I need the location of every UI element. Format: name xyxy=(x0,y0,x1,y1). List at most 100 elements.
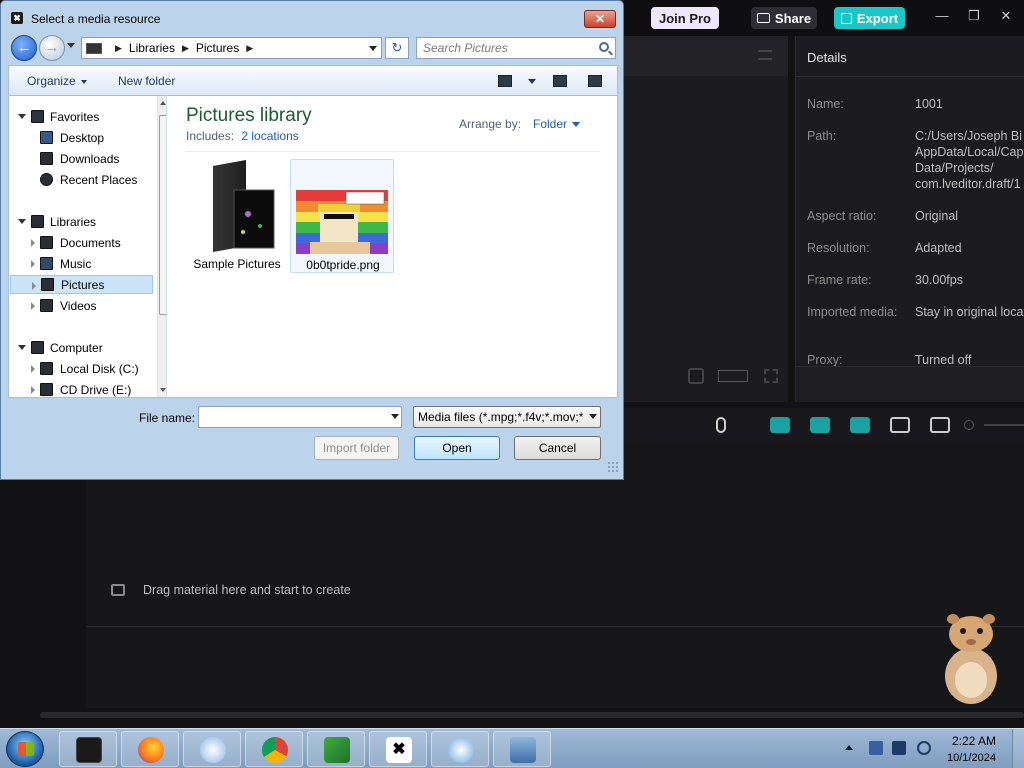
tree-item-local-disk[interactable]: Local Disk (C:) xyxy=(9,359,152,378)
taskbar-item-terminal[interactable] xyxy=(59,731,117,767)
breadcrumb-pictures[interactable]: Pictures xyxy=(196,41,239,55)
nav-pane-scrollbar[interactable] xyxy=(157,96,166,397)
tree-item-cd-drive[interactable]: CD Drive (E:) xyxy=(9,380,152,397)
back-button[interactable]: ← xyxy=(11,35,37,61)
zoom-slider[interactable] xyxy=(984,424,1024,426)
resize-grip-icon[interactable] xyxy=(607,461,619,473)
tree-item-libraries[interactable]: Libraries xyxy=(9,212,152,231)
collapse-toggle-icon[interactable] xyxy=(32,282,36,290)
start-button[interactable] xyxy=(6,731,44,767)
taskbar-item-media-player[interactable] xyxy=(183,731,241,767)
scrollbar-thumb[interactable] xyxy=(159,115,166,315)
view-options-chevron-icon[interactable] xyxy=(528,79,536,84)
scroll-down-icon[interactable] xyxy=(160,388,166,392)
organize-button[interactable]: Organize xyxy=(27,74,87,88)
restore-icon[interactable]: ❐ xyxy=(964,8,984,24)
close-app-icon[interactable]: ✕ xyxy=(996,8,1016,24)
forward-button[interactable]: → xyxy=(39,35,65,61)
refresh-button[interactable]: ↻ xyxy=(385,37,409,59)
preview-pane-icon[interactable] xyxy=(553,75,567,87)
file-name-input[interactable] xyxy=(198,406,402,428)
videos-icon xyxy=(40,299,53,312)
tree-item-documents[interactable]: Documents xyxy=(9,233,152,252)
split-icon[interactable] xyxy=(890,417,910,433)
network-tray-icon[interactable] xyxy=(892,741,906,755)
tree-item-favorites[interactable]: Favorites xyxy=(9,107,152,126)
microphone-icon[interactable] xyxy=(716,417,726,433)
file-item-sample-pictures[interactable]: Sample Pictures xyxy=(185,159,289,273)
share-button[interactable]: Share xyxy=(751,7,817,29)
taskbar-item-download-manager[interactable] xyxy=(307,731,365,767)
chevron-down-icon[interactable] xyxy=(572,122,580,127)
collapse-toggle-icon[interactable] xyxy=(31,386,35,394)
preview-icon[interactable] xyxy=(930,417,950,433)
tree-item-pictures[interactable]: Pictures xyxy=(10,275,153,294)
show-hidden-icons[interactable] xyxy=(845,745,853,750)
expand-toggle-icon[interactable] xyxy=(18,345,26,350)
link-clips-icon[interactable] xyxy=(770,417,790,433)
import-folder-button[interactable]: Import folder xyxy=(314,436,399,460)
menu-icon[interactable] xyxy=(758,50,772,60)
minimize-icon[interactable]: — xyxy=(932,8,952,23)
taskbar-item-media-center[interactable] xyxy=(431,731,489,767)
breadcrumb-libraries[interactable]: Libraries xyxy=(129,41,175,55)
tree-item-recent-places[interactable]: Recent Places xyxy=(9,170,152,189)
timeline-scrollbar[interactable] xyxy=(40,712,1024,718)
search-input[interactable] xyxy=(417,38,597,58)
clock-date[interactable]: 10/1/2024 xyxy=(947,752,996,764)
timeline-drag-hint: Drag material here and start to create xyxy=(143,583,351,597)
locations-link[interactable]: 2 locations xyxy=(241,129,298,143)
export-button[interactable]: Export xyxy=(834,7,905,29)
file-item-image[interactable]: 0b0tpride.png xyxy=(290,159,394,273)
new-folder-button[interactable]: New folder xyxy=(118,74,175,88)
tree-item-videos[interactable]: Videos xyxy=(9,296,152,315)
cancel-button[interactable]: Cancel xyxy=(514,436,601,460)
file-name-dropdown-icon[interactable] xyxy=(391,414,399,419)
taskbar-item-capcut[interactable]: ✖ xyxy=(369,731,427,767)
search-box[interactable] xyxy=(416,37,616,59)
expand-toggle-icon[interactable] xyxy=(18,219,26,224)
recent-pages-dropdown-icon[interactable] xyxy=(67,43,75,48)
volume-icon[interactable] xyxy=(917,741,931,755)
collapse-toggle-icon[interactable] xyxy=(31,302,35,310)
navigation-pane[interactable]: Favorites Desktop Downloads Recent Place… xyxy=(8,95,167,398)
arrange-by-dropdown[interactable]: Folder xyxy=(533,117,567,131)
tree-item-computer[interactable]: Computer xyxy=(9,338,152,357)
clock-time[interactable]: 2:22 AM xyxy=(952,734,996,748)
file-type-dropdown-icon[interactable] xyxy=(589,414,597,419)
open-button[interactable]: Open xyxy=(414,436,500,460)
collapse-toggle-icon[interactable] xyxy=(31,239,35,247)
dialog-close-button[interactable]: ✕ xyxy=(584,10,616,28)
show-desktop-button[interactable] xyxy=(1012,729,1024,768)
dialog-titlebar[interactable]: ✖ Select a media resource ✕ xyxy=(1,1,623,33)
expand-icon[interactable] xyxy=(764,369,778,383)
help-icon[interactable] xyxy=(588,75,602,87)
breadcrumb-chevron-icon[interactable]: ▶ xyxy=(115,43,122,54)
breadcrumb-chevron-icon[interactable]: ▶ xyxy=(246,43,253,54)
action-center-icon[interactable] xyxy=(869,741,883,755)
address-bar[interactable]: ▶ Libraries ▶ Pictures ▶ xyxy=(81,37,382,59)
join-pro-button[interactable]: Join Pro xyxy=(651,7,719,29)
file-list-pane[interactable]: Pictures library Includes: 2 locations A… xyxy=(167,95,618,398)
scroll-up-icon[interactable] xyxy=(160,101,166,105)
zoom-out-icon[interactable] xyxy=(964,420,974,430)
expand-toggle-icon[interactable] xyxy=(18,114,26,119)
taskbar-item-firefox[interactable] xyxy=(121,731,179,767)
timeline-area[interactable] xyxy=(86,442,1024,708)
address-dropdown-icon[interactable] xyxy=(369,46,377,51)
fullscreen-icon[interactable] xyxy=(688,368,704,384)
taskbar-item-network[interactable] xyxy=(493,731,551,767)
tree-item-downloads[interactable]: Downloads xyxy=(9,149,152,168)
file-type-select[interactable]: Media files (*.mpg;*.f4v;*.mov;* xyxy=(413,406,601,428)
collapse-toggle-icon[interactable] xyxy=(31,365,35,373)
ratio-icon[interactable] xyxy=(718,370,748,382)
taskbar-item-chrome[interactable] xyxy=(245,731,303,767)
tree-item-desktop[interactable]: Desktop xyxy=(9,128,152,147)
breadcrumb-chevron-icon[interactable]: ▶ xyxy=(182,43,189,54)
snap-icon[interactable] xyxy=(810,417,830,433)
search-icon[interactable] xyxy=(599,42,609,52)
change-view-icon[interactable] xyxy=(498,75,512,87)
tree-item-music[interactable]: Music xyxy=(9,254,152,273)
collapse-toggle-icon[interactable] xyxy=(31,260,35,268)
preview-axis-icon[interactable] xyxy=(850,417,870,433)
